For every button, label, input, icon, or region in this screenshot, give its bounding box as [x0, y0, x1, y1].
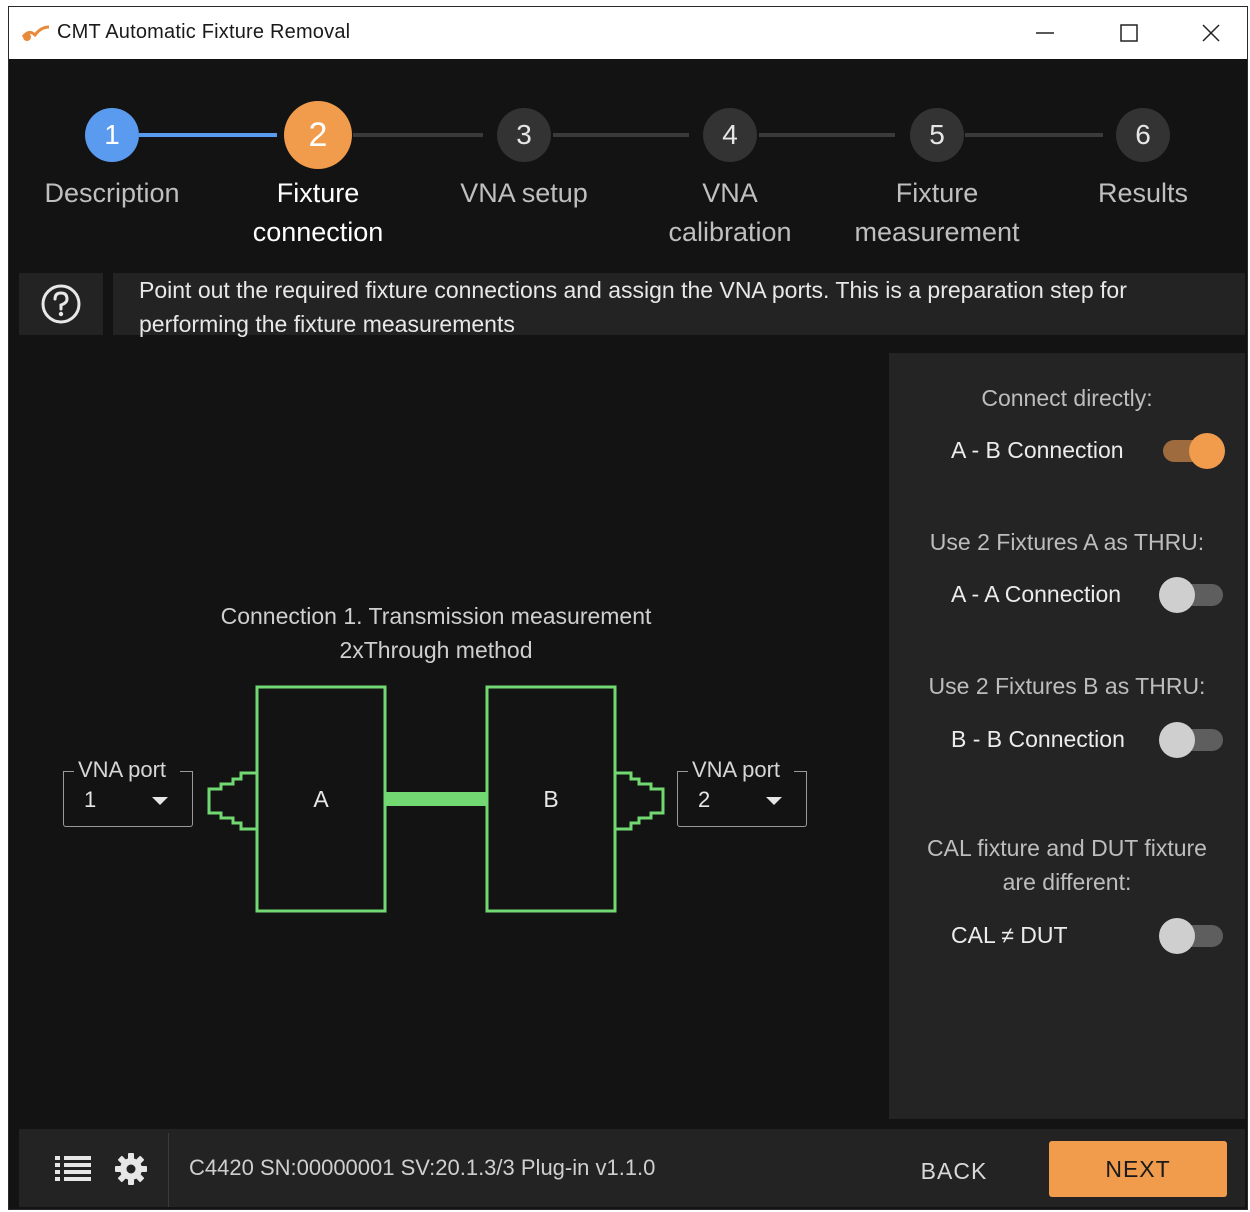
vna-port-right-value: 2 [698, 787, 711, 812]
bb-connection-label: B - B Connection [951, 726, 1125, 752]
fixture-a-label: A [313, 786, 329, 812]
cal-dut-heading: CAL fixture and DUT fixture are differen… [889, 831, 1245, 899]
cal-dut-heading-line2: are different: [1002, 869, 1132, 895]
bottom-bar: C4420 SN:00000001 SV:20.1.3/3 Plug-in v1… [19, 1129, 1245, 1207]
toggle-thumb [1159, 918, 1195, 954]
connector-a [207, 771, 257, 831]
ab-connection-toggle[interactable] [1159, 431, 1225, 471]
b-thru-heading: Use 2 Fixtures B as THRU: [928, 673, 1206, 699]
cal-dut-toggle[interactable] [1159, 916, 1225, 956]
bb-connection-toggle[interactable] [1159, 720, 1225, 760]
step-6-label-line1: Results [1097, 178, 1189, 208]
toggle-thumb [1159, 577, 1195, 613]
minimize-icon[interactable] [1003, 7, 1087, 59]
a-thru-heading: Use 2 Fixtures A as THRU: [929, 529, 1205, 555]
app-window: CMT Automatic Fixture Removal 1 2 3 4 5 … [8, 6, 1248, 1210]
connect-directly-heading: Connect directly: [981, 385, 1153, 411]
next-button[interactable]: NEXT [1049, 1141, 1227, 1197]
aa-connection-label: A - A Connection [951, 581, 1122, 607]
toggle-thumb [1189, 433, 1225, 469]
vna-port-right-select[interactable]: VNA port 2 [677, 757, 807, 827]
back-button[interactable]: BACK [899, 1143, 1009, 1199]
step-6-label: Results [1033, 174, 1250, 213]
ab-connection-label: A - B Connection [951, 437, 1124, 463]
step-connector [965, 133, 1103, 137]
vna-port-left-select[interactable]: VNA port 1 [63, 757, 193, 827]
gear-icon[interactable] [111, 1149, 151, 1189]
maximize-icon[interactable] [1087, 7, 1171, 59]
connector-b [615, 771, 665, 831]
close-icon[interactable] [1169, 7, 1250, 59]
step-5-circle[interactable]: 5 [910, 108, 964, 162]
cal-dut-heading-line1: CAL fixture and DUT fixture [927, 835, 1207, 861]
fixture-b-label: B [543, 786, 558, 812]
cal-dut-label: CAL ≠ DUT [951, 922, 1068, 948]
chevron-down-icon [152, 797, 168, 805]
chevron-down-icon [766, 797, 782, 805]
step-6-circle[interactable]: 6 [1116, 108, 1170, 162]
vna-port-left-value: 1 [84, 787, 97, 812]
list-icon[interactable] [53, 1149, 93, 1189]
bottom-bar-separator [168, 1133, 169, 1207]
aa-connection-toggle[interactable] [1159, 575, 1225, 615]
connection-options-panel: Connect directly: A - B Connection Use 2… [889, 353, 1245, 1119]
vna-port-left-legend: VNA port [76, 757, 169, 783]
fixture-diagram: A B [207, 685, 665, 913]
vna-port-right-legend: VNA port [690, 757, 783, 783]
through-line [385, 792, 487, 806]
toggle-thumb [1159, 722, 1195, 758]
device-info: C4420 SN:00000001 SV:20.1.3/3 Plug-in v1… [189, 1155, 656, 1180]
